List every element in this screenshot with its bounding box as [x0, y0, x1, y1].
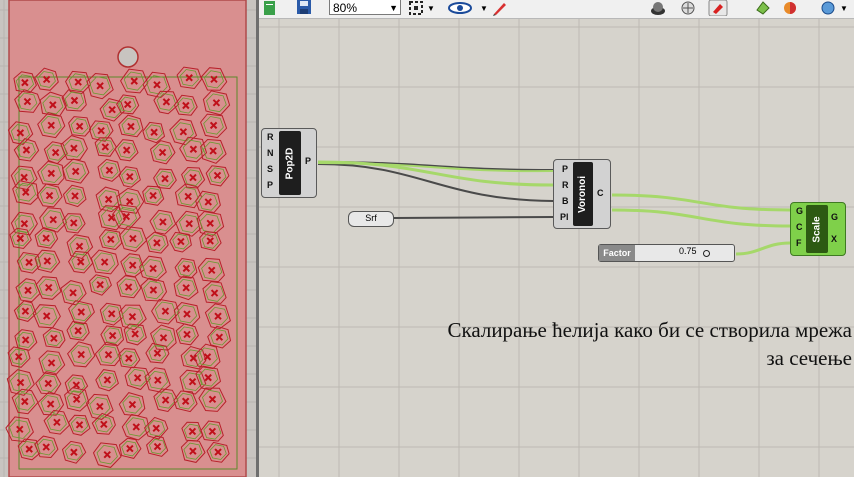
pop2d-component[interactable]: R N S P Pop2D P	[261, 128, 317, 198]
caption-line-1: Скалирање ћелија како би се створила мре…	[447, 318, 852, 342]
rhino-viewport[interactable]	[0, 0, 256, 477]
caption-line-2: за сечење	[766, 346, 852, 370]
grasshopper-canvas[interactable]	[259, 0, 854, 477]
pop2d-input-p[interactable]: P	[267, 180, 273, 190]
pop2d-input-r[interactable]: R	[267, 132, 274, 142]
bake-icon[interactable]	[754, 0, 772, 16]
scale-component[interactable]: G C F Scale G X	[790, 202, 846, 256]
preview-eye-icon[interactable]	[447, 0, 473, 16]
wireframe-preview-icon[interactable]	[679, 0, 697, 16]
scale-output-x[interactable]: X	[831, 234, 837, 244]
scale-input-c[interactable]: C	[796, 222, 803, 232]
canvas-toolbar: 80% ▼ ▼ ▼ ▼	[259, 0, 854, 19]
scale-input-f[interactable]: F	[796, 238, 802, 248]
factor-number-slider[interactable]: Factor 0.75	[598, 244, 735, 262]
canvas-grid	[259, 0, 854, 477]
factor-value: 0.75	[679, 246, 697, 256]
sketch-brush-icon[interactable]	[491, 0, 509, 16]
pop2d-output-p[interactable]: P	[305, 156, 311, 166]
material-ball-icon[interactable]	[781, 0, 799, 16]
voronoi-output-c[interactable]: C	[597, 188, 604, 198]
srf-parameter[interactable]: Srf	[348, 211, 394, 227]
voronoi-component[interactable]: P R B Pl Voronoi C	[553, 159, 611, 229]
slider-knob[interactable]	[703, 250, 710, 257]
chevron-down-icon[interactable]: ▼	[422, 0, 440, 16]
pop2d-input-n[interactable]: N	[267, 148, 274, 158]
voronoi-input-b[interactable]: B	[562, 196, 569, 206]
voronoi-input-pl[interactable]: Pl	[560, 212, 569, 222]
chevron-down-icon: ▼	[389, 3, 398, 13]
pop2d-input-s[interactable]: S	[267, 164, 273, 174]
voronoi-panel-drawing	[0, 0, 256, 477]
srf-label: Srf	[365, 213, 377, 223]
voronoi-title: Voronoi	[573, 162, 593, 226]
scale-input-g[interactable]: G	[796, 206, 803, 216]
voronoi-input-p[interactable]: P	[562, 164, 568, 174]
new-file-icon[interactable]	[261, 0, 279, 16]
caption: Скалирање ћелија како би се створила мре…	[292, 316, 852, 372]
factor-label: Factor	[599, 245, 635, 261]
zoom-value: 80%	[333, 1, 358, 15]
shaded-preview-icon[interactable]	[707, 0, 729, 16]
zoom-dropdown[interactable]: 80% ▼	[329, 0, 401, 15]
pop2d-title: Pop2D	[279, 131, 301, 195]
voronoi-input-r[interactable]: R	[562, 180, 569, 190]
save-icon[interactable]	[295, 0, 313, 16]
scale-output-g[interactable]: G	[831, 212, 838, 222]
preview-mesh-icon[interactable]	[649, 0, 667, 16]
chevron-down-icon[interactable]: ▼	[835, 0, 853, 16]
scale-title: Scale	[806, 205, 828, 253]
